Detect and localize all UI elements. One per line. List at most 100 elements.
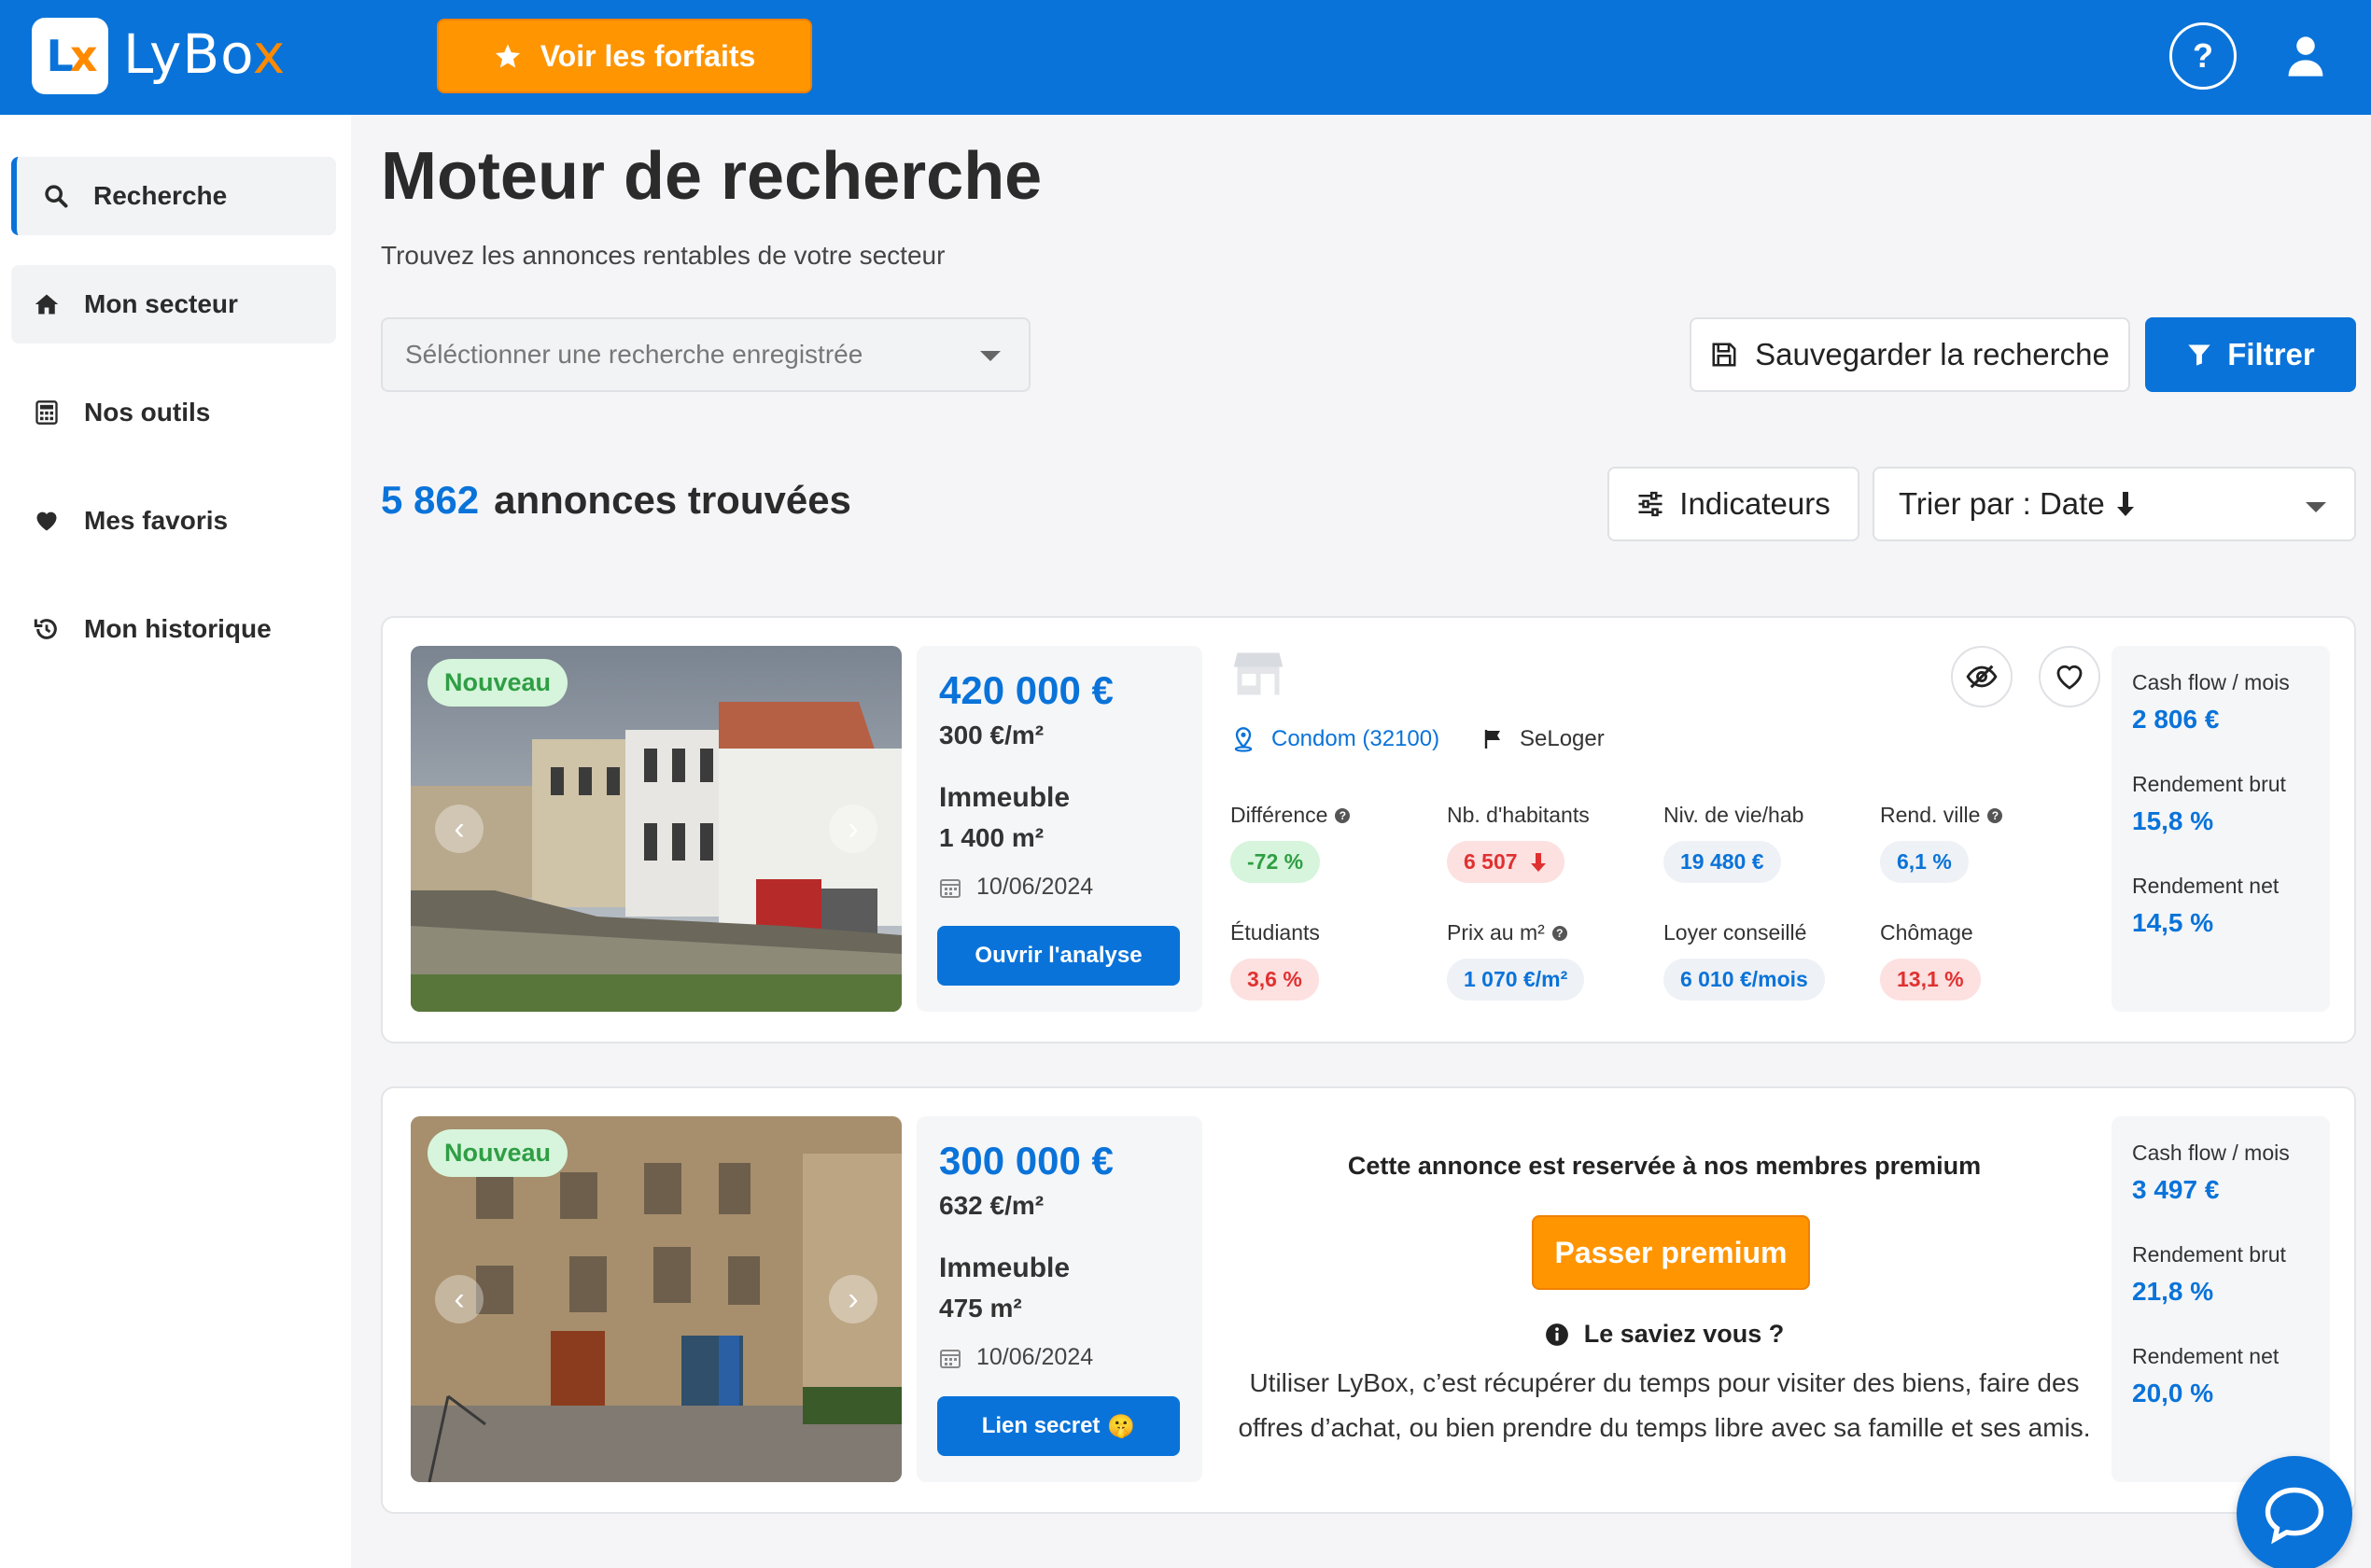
stat-value: 14,5 % [2132,908,2214,937]
photo-prev-button[interactable]: ‹ [435,805,484,853]
indicators-label: Indicateurs [1679,486,1831,521]
help-icon[interactable]: ? [1551,925,1567,941]
chevron-right-icon: › [848,810,859,847]
sidebar-item-mon-secteur[interactable]: Mon secteur [11,265,336,343]
top-bar: Lx LyBox Voir les forfaits ? [0,0,2371,115]
indicator-advised-rent: Loyer conseillé 6 010 €/mois [1663,920,1878,1001]
logo-mark: Lx [46,31,98,81]
help-button[interactable]: ? [2169,22,2237,90]
indicators-button[interactable]: Indicateurs [1607,467,1859,541]
help-icon[interactable]: ? [1335,807,1351,823]
indicator-value: 1 070 €/m² [1447,959,1585,1001]
new-badge: Nouveau [428,1129,568,1177]
chat-bubble-icon [2265,1487,2324,1545]
sidebar-item-mes-favoris[interactable]: Mes favoris [11,482,336,560]
indicator-value: 6 507 [1447,841,1564,883]
indicator-value: 6 010 €/mois [1663,959,1825,1001]
go-premium-button[interactable]: Passer premium [1532,1215,1810,1290]
calendar-icon [940,878,961,898]
indicator-living-standard: Niv. de vie/hab 19 480 € [1663,803,1878,883]
chevron-right-icon: › [848,1281,859,1317]
home-icon [35,294,59,315]
property-type: Immeuble [939,782,1071,813]
listing-date: 10/06/2024 [939,1344,1180,1371]
stat-label: Rendement brut [2132,1242,2286,1267]
sidebar-item-nos-outils[interactable]: Nos outils [11,373,336,452]
funnel-icon [2188,344,2210,366]
saved-search-placeholder: Séléctionner une recherche enregistrée [405,340,863,369]
sidebar-item-label: Nos outils [84,398,211,427]
page-title: Moteur de recherche [381,139,1043,214]
property-area: 1 400 m² [939,823,1045,852]
sort-select[interactable]: Trier par : Date [1873,467,2356,541]
flag-icon [1484,730,1500,749]
stat-label: Rendement net [2132,874,2280,898]
stat-value: 3 497 € [2132,1175,2220,1204]
stat-label: Rendement brut [2132,772,2286,796]
star-icon [495,44,520,68]
photo-prev-button[interactable]: ‹ [435,1275,484,1323]
store-icon [1233,652,1284,695]
results-number: 5 862 [381,478,480,522]
info-icon [1545,1323,1568,1346]
user-account-button[interactable] [2281,32,2330,80]
chevron-down-icon [2306,502,2326,512]
hide-listing-button[interactable] [1951,646,2013,707]
indicator-difference: Différence? -72 % [1230,803,1445,883]
shushing-face-icon: 🤫 [1107,1413,1136,1439]
property-type: Immeuble [939,1253,1071,1283]
profitability-panel: Cash flow / mois 3 497 € Rendement brut … [2111,1116,2330,1482]
premium-lock-panel: Cette annonce est reservée à nos membres… [1230,1116,2098,1482]
user-icon [2288,36,2323,77]
results-label: annonces trouvées [494,478,851,522]
stat-value: 20,0 % [2132,1379,2214,1407]
listing-photo[interactable]: Nouveau ‹ › [411,1116,902,1482]
indicator-value: 3,6 % [1230,959,1319,1001]
help-icon[interactable]: ? [1987,807,2003,823]
stat-label: Rendement net [2132,1344,2280,1368]
indicator-unemployment: Chômage 13,1 % [1880,920,2095,1001]
map-pin-icon [1234,727,1253,752]
page-subtitle: Trouvez les annonces rentables de votre … [381,241,946,270]
heart-outline-icon [2056,665,2083,690]
chat-button[interactable] [2237,1456,2352,1568]
profitability-panel: Cash flow / mois 2 806 € Rendement brut … [2111,646,2330,1012]
sidebar-item-mon-historique[interactable]: Mon historique [11,590,336,668]
logo[interactable]: Lx [32,18,108,94]
save-search-label: Sauvegarder la recherche [1755,337,2110,371]
indicator-value: 6,1 % [1880,841,1969,883]
listing-photo[interactable]: Nouveau ‹ › [411,646,902,1012]
stat-value: 2 806 € [2132,705,2220,734]
indicator-city-yield: Rend. ville? 6,1 % [1880,803,2095,883]
save-search-button[interactable]: Sauvegarder la recherche [1690,317,2130,392]
sidebar-item-recherche[interactable]: Recherche [11,157,336,235]
stat-label: Cash flow / mois [2132,670,2290,694]
new-badge: Nouveau [428,659,568,707]
listing-source: SeLoger [1482,726,1605,752]
listing-card[interactable]: Nouveau ‹ › 300 000 € 632 €/m² Immeuble … [381,1086,2356,1514]
indicator-price-per-m2: Prix au m²? 1 070 €/m² [1447,920,1662,1001]
photo-next-button[interactable]: › [829,1275,877,1323]
listing-card[interactable]: Nouveau ‹ › 420 000 € 300 €/m² Immeuble … [381,616,2356,1043]
open-analysis-button[interactable]: Ouvrir l'analyse [937,926,1180,986]
filter-button[interactable]: Filtrer [2145,317,2356,392]
sidebar-item-label: Recherche [93,181,228,210]
saved-search-select[interactable]: Séléctionner une recherche enregistrée [381,317,1031,392]
listing-price: 420 000 € [939,668,1114,712]
favorite-button[interactable] [2039,646,2100,707]
property-area: 475 m² [939,1294,1022,1323]
floppy-disk-icon [1712,343,1736,367]
eye-slash-icon [1966,665,1998,689]
listing-details: Condom (32100) SeLoger Différence? -72 %… [1230,646,2100,1012]
view-plans-button[interactable]: Voir les forfaits [437,19,812,93]
premium-message: Cette annonce est reservée à nos membres… [1347,1152,1982,1180]
location-link[interactable]: Condom (32100) [1230,726,1439,752]
listing-price: 300 000 € [939,1139,1114,1183]
sort-label: Trier par : Date [1899,486,2105,521]
indicator-value: -72 % [1230,841,1321,883]
photo-next-button[interactable]: › [829,805,877,853]
indicator-value: 13,1 % [1880,959,1981,1001]
secret-link-button[interactable]: Lien secret 🤫 [937,1396,1180,1456]
search-icon [45,185,68,208]
indicator-students: Étudiants 3,6 % [1230,920,1445,1001]
